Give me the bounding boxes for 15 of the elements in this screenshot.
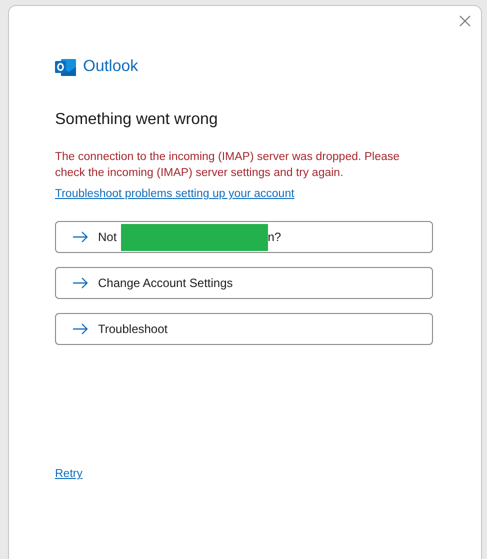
error-message: The connection to the incoming (IMAP) server was dropped. Please check the incoming (IMAP) server settings and try again. [55, 150, 401, 181]
option-button[interactable]: Change Account Settings [55, 267, 433, 299]
option-button[interactable]: Troubleshoot [55, 313, 433, 345]
arrow-icon [72, 231, 88, 243]
retry-link[interactable]: Retry [55, 466, 82, 484]
dialog-title: Something went wrong [55, 110, 219, 130]
app-name: Outlook [83, 57, 138, 77]
help-link[interactable]: Troubleshoot problems setting up your account [55, 186, 294, 202]
close-button[interactable] [457, 13, 473, 29]
option-button[interactable]: Not n? [55, 221, 433, 253]
arrow-icon [72, 277, 88, 289]
option-label: Not [98, 229, 117, 246]
arrow-icon [72, 323, 88, 335]
outlook-logo-icon [55, 58, 76, 76]
option-label: n? [268, 229, 282, 246]
